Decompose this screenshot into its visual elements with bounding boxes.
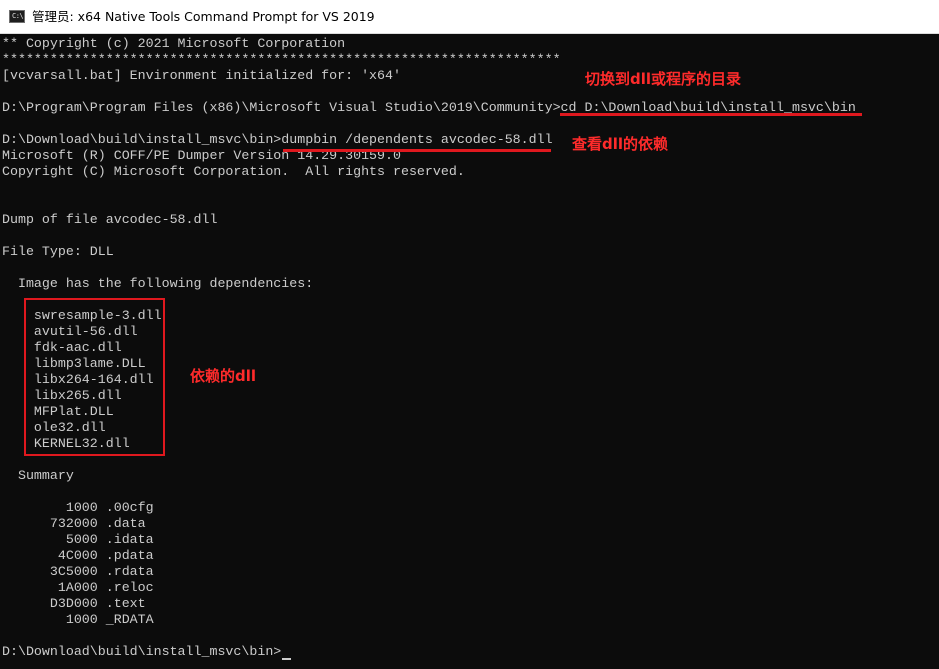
console-line: Copyright (C) Microsoft Corporation. All…: [2, 164, 465, 179]
console-line: ****************************************…: [2, 52, 561, 67]
console-line: 4C000 .pdata: [2, 548, 154, 563]
window-title: 管理员: x64 Native Tools Command Prompt for…: [32, 9, 375, 24]
console-line: 5000 .idata: [2, 532, 154, 547]
annotation-underline-dumpbin: [283, 149, 551, 152]
console-line: [vcvarsall.bat] Environment initialized …: [2, 68, 401, 83]
console-line: ** Copyright (c) 2021 Microsoft Corporat…: [2, 36, 346, 51]
console-line: D:\Download\build\install_msvc\bin>dumpb…: [2, 132, 553, 147]
console-output[interactable]: ** Copyright (c) 2021 Microsoft Corporat…: [0, 34, 939, 669]
console-window: C:\ 管理员: x64 Native Tools Command Prompt…: [0, 0, 939, 669]
annotation-box-dependencies: [24, 298, 165, 456]
console-line: D:\Download\build\install_msvc\bin>: [2, 644, 282, 659]
console-line: Summary: [2, 468, 74, 483]
console-line: File Type: DLL: [2, 244, 114, 259]
console-line: 1000 _RDATA: [2, 612, 154, 627]
console-line: 1000 .00cfg: [2, 500, 154, 515]
annotation-switch-directory: 切换到dll或程序的目录: [585, 70, 742, 88]
annotation-check-dependencies: 查看dll的依赖: [572, 135, 669, 153]
annotation-dependent-dlls: 依赖的dll: [190, 367, 257, 385]
cmd-icon: C:\: [9, 10, 25, 23]
console-line: Dump of file avcodec-58.dll: [2, 212, 218, 227]
text-cursor: [282, 658, 291, 660]
cmd-icon-glyph: C:\: [12, 12, 24, 20]
console-line: Image has the following dependencies:: [2, 276, 314, 291]
console-line: D3D000 .text: [2, 596, 146, 611]
annotation-underline-cd: [560, 113, 862, 116]
console-line: 3C5000 .rdata: [2, 564, 154, 579]
console-line: 1A000 .reloc: [2, 580, 154, 595]
console-line: 732000 .data: [2, 516, 146, 531]
title-bar[interactable]: C:\ 管理员: x64 Native Tools Command Prompt…: [0, 0, 939, 34]
